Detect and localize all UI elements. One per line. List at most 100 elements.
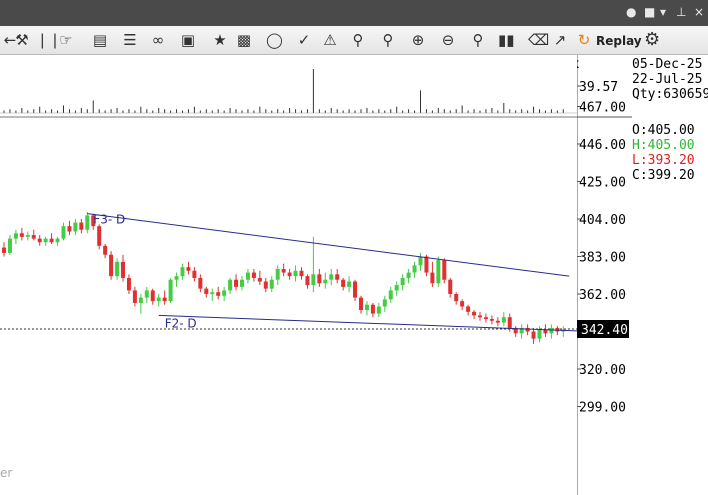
replay-label: Replay xyxy=(596,34,642,48)
candle-body xyxy=(495,320,500,323)
candle-body xyxy=(25,235,30,237)
candle-body xyxy=(132,290,137,303)
candle-body xyxy=(424,256,429,273)
trendline xyxy=(87,213,570,277)
candle-body xyxy=(537,329,542,339)
candle-body xyxy=(49,238,54,243)
candle-body xyxy=(228,279,233,291)
pin-icon[interactable]: ✓ xyxy=(296,30,312,50)
candle-body xyxy=(370,304,375,314)
window-menu-icon[interactable]: ■ xyxy=(644,5,655,19)
zoom-box-icon[interactable]: ⚲ xyxy=(380,30,396,50)
candle-body xyxy=(97,226,102,246)
candle-body xyxy=(73,222,78,232)
candle-body xyxy=(121,261,125,278)
price-tick-label: 467.00 xyxy=(579,101,626,116)
candle-body xyxy=(382,299,387,307)
candle-body xyxy=(31,235,36,239)
candle-body xyxy=(180,267,185,277)
candle-body xyxy=(85,215,90,230)
candle-body xyxy=(7,238,12,253)
candle-body xyxy=(198,277,203,289)
candle-body xyxy=(287,272,292,277)
candle-body xyxy=(138,297,143,303)
price-tick-label: 299.00 xyxy=(579,401,626,416)
info-date-current: 05-Dec-25 xyxy=(632,57,703,72)
trend-icon[interactable]: ↗ xyxy=(552,30,568,50)
draw-tool-icon[interactable]: ◯ xyxy=(266,30,283,50)
candle-body xyxy=(418,256,423,266)
hand-icon[interactable]: ☞ xyxy=(58,30,74,50)
volume-pane xyxy=(0,69,577,114)
chart-export-icon[interactable]: ▤ xyxy=(92,30,108,50)
info-high: H:405.00 xyxy=(632,138,695,153)
star-icon[interactable]: ★ xyxy=(212,30,228,50)
candle-body xyxy=(406,272,411,278)
template-icon[interactable]: ▣ xyxy=(180,30,196,50)
candle-body xyxy=(359,297,363,311)
candle-body xyxy=(466,306,471,312)
candle-body xyxy=(448,279,453,294)
candle-body xyxy=(472,311,477,316)
title-bar: ● ■ ▾ ⊥ × xyxy=(0,0,708,26)
candle-body xyxy=(293,270,298,277)
price-pane: F3- D F2- D xyxy=(0,211,577,344)
candle-body xyxy=(126,277,131,291)
candle-body xyxy=(483,317,488,319)
candle-body xyxy=(37,238,42,243)
user-icon[interactable]: ● xyxy=(626,5,636,19)
last-price-label: 342.40 xyxy=(581,323,628,338)
replay-button[interactable]: Replay xyxy=(596,30,642,50)
zoom-in-icon[interactable]: ⊕ xyxy=(410,30,426,50)
candle-body xyxy=(442,260,447,280)
candle-body xyxy=(347,281,352,287)
candle-body xyxy=(13,233,18,239)
zoom-out-icon[interactable]: ⊖ xyxy=(440,30,456,50)
volume-icon[interactable]: ▮▮ xyxy=(498,30,515,50)
candle-body xyxy=(168,279,173,302)
link-icon[interactable]: ∞ xyxy=(150,30,166,50)
zoom-reset-icon[interactable]: ⚲ xyxy=(470,30,486,50)
candle-body xyxy=(150,290,155,302)
delete-icon[interactable]: ⌫ xyxy=(528,30,549,50)
candle-body xyxy=(245,272,250,280)
candle-body xyxy=(388,290,393,300)
candle-body xyxy=(394,285,399,291)
candle-body xyxy=(144,290,149,298)
candle-body xyxy=(103,245,108,255)
candle-body xyxy=(109,254,114,277)
candle-body xyxy=(216,292,221,296)
candle-body xyxy=(263,281,268,289)
candle-body xyxy=(305,276,310,286)
info-qty: Qty:630659 xyxy=(632,87,708,102)
price-tick-label: 362.00 xyxy=(579,288,626,303)
replay-icon[interactable]: ↻ xyxy=(576,30,592,50)
candle-body xyxy=(162,297,167,302)
candle-body xyxy=(299,270,304,277)
candle-body xyxy=(156,297,161,302)
chart-area[interactable]: F3- D F2- D er xyxy=(0,55,577,495)
watermark-fragment: er xyxy=(0,466,12,480)
candle-body xyxy=(317,274,322,284)
chart-type-icon[interactable]: ▩ xyxy=(236,30,252,50)
zoom-icon[interactable]: ⚲ xyxy=(350,30,366,50)
pin-window-icon[interactable]: ⊥ xyxy=(676,5,686,19)
settings-icon[interactable]: ⚙ xyxy=(644,30,660,50)
dropdown-icon[interactable]: ▾ xyxy=(660,5,666,19)
candle-body xyxy=(501,317,506,323)
close-icon[interactable]: × xyxy=(694,5,704,19)
alert-icon[interactable]: ⚠ xyxy=(322,30,338,50)
candle-body xyxy=(240,279,244,287)
candle-body xyxy=(55,238,60,243)
wrench-icon[interactable]: ⚒ xyxy=(14,30,30,50)
candle-body xyxy=(430,272,435,284)
info-low: L:393.20 xyxy=(632,153,695,168)
candle-body xyxy=(61,226,66,239)
candle-body xyxy=(436,260,441,284)
candle-body xyxy=(257,277,262,282)
candle-body xyxy=(454,294,459,302)
toolbar: ← ⚒ ❘❘ ☞ ▤ ☰ ∞ ▣ ★ ▩ ◯ ✓ ⚠ ⚲ ⚲ ⊕ ⊖ ⚲ ▮▮ … xyxy=(0,26,708,55)
candle-body xyxy=(79,222,84,230)
candle-body xyxy=(549,327,554,334)
properties-icon[interactable]: ☰ xyxy=(122,30,138,50)
